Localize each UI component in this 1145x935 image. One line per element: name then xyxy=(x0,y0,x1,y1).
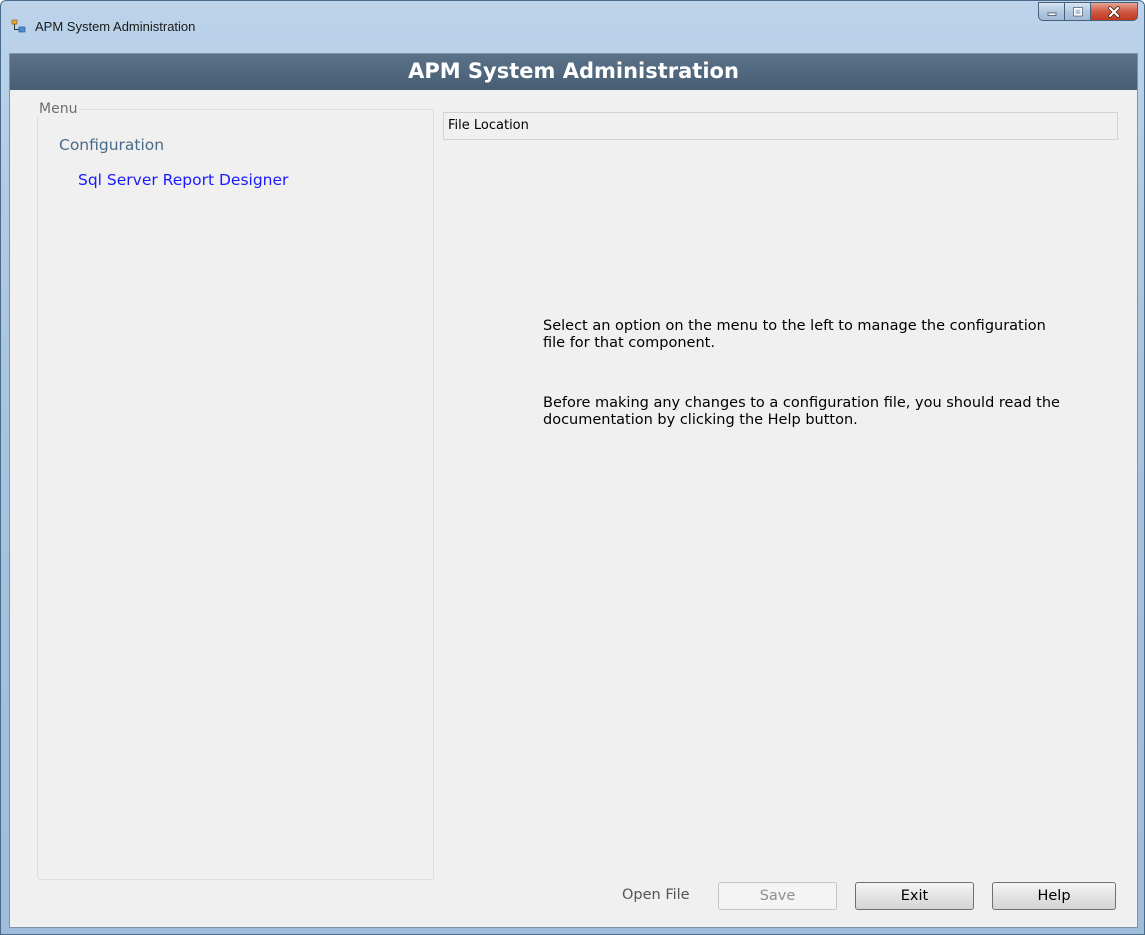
exit-button[interactable]: Exit xyxy=(855,882,974,910)
window-title: APM System Administration xyxy=(35,19,196,34)
minimize-icon xyxy=(1047,12,1056,16)
help-button[interactable]: Help xyxy=(992,882,1116,910)
page-title: APM System Administration xyxy=(10,54,1137,90)
info-text-read-docs: Before making any changes to a configura… xyxy=(543,395,1060,428)
minimize-button[interactable] xyxy=(1038,2,1065,21)
maximize-icon xyxy=(1072,6,1083,16)
client-area: APM System Administration Menu Configura… xyxy=(9,53,1138,928)
maximize-button[interactable] xyxy=(1065,2,1091,21)
menu-panel xyxy=(37,109,434,880)
open-file-label: Open File xyxy=(622,887,690,903)
close-icon xyxy=(1108,5,1120,18)
close-button[interactable] xyxy=(1091,2,1138,21)
menu-category-configuration: Configuration xyxy=(59,136,165,154)
title-bar[interactable]: APM System Administration xyxy=(1,1,1144,51)
menu-item-sql-server-report-designer[interactable]: Sql Server Report Designer xyxy=(78,171,288,189)
app-window: APM System Administration APM System Adm… xyxy=(0,0,1145,935)
info-text-select-option: Select an option on the menu to the left… xyxy=(543,318,1046,351)
menu-legend: Menu xyxy=(37,101,80,117)
save-button[interactable]: Save xyxy=(718,882,837,910)
window-controls xyxy=(1038,2,1138,22)
app-icon xyxy=(11,18,27,34)
file-location-field: File Location xyxy=(443,112,1118,140)
